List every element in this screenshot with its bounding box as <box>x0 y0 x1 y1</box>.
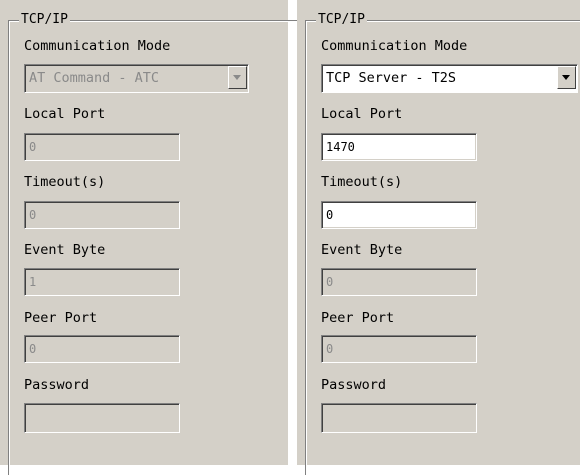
event-byte-input: 1 <box>24 268 180 296</box>
timeout-label: Timeout(s) <box>24 174 106 190</box>
timeout-input: 0 <box>24 201 180 229</box>
communication-mode-select[interactable]: TCP Server - T2S <box>321 64 578 93</box>
tcpip-panel-right: TCP/IP Communication Mode TCP Server - T… <box>297 0 580 475</box>
peer-port-input: 0 <box>321 335 477 363</box>
group-title: TCP/IP <box>316 11 367 29</box>
peer-port-input: 0 <box>24 335 180 363</box>
dropdown-button[interactable] <box>557 66 576 89</box>
chevron-down-icon <box>562 75 570 80</box>
communication-mode-value: TCP Server - T2S <box>326 70 457 86</box>
tcpip-panel-left: TCP/IP Communication Mode AT Command - A… <box>0 0 298 475</box>
group-title: TCP/IP <box>19 11 70 29</box>
dropdown-button <box>228 66 247 89</box>
password-input <box>24 403 180 433</box>
communication-mode-label: Communication Mode <box>24 38 171 54</box>
local-port-input[interactable]: 1470 <box>321 133 477 161</box>
communication-mode-select: AT Command - ATC <box>24 64 249 93</box>
communication-mode-label: Communication Mode <box>321 38 468 54</box>
local-port-label: Local Port <box>24 106 106 122</box>
timeout-input[interactable]: 0 <box>321 201 477 229</box>
event-byte-label: Event Byte <box>24 242 106 258</box>
password-label: Password <box>24 377 90 393</box>
password-label: Password <box>321 377 387 393</box>
local-port-label: Local Port <box>321 106 403 122</box>
local-port-input: 0 <box>24 133 180 161</box>
password-input <box>321 403 477 433</box>
communication-mode-value: AT Command - ATC <box>29 70 160 86</box>
timeout-label: Timeout(s) <box>321 174 403 190</box>
peer-port-label: Peer Port <box>24 310 98 326</box>
event-byte-input: 0 <box>321 268 477 296</box>
chevron-down-icon <box>233 75 241 80</box>
peer-port-label: Peer Port <box>321 310 395 326</box>
event-byte-label: Event Byte <box>321 242 403 258</box>
